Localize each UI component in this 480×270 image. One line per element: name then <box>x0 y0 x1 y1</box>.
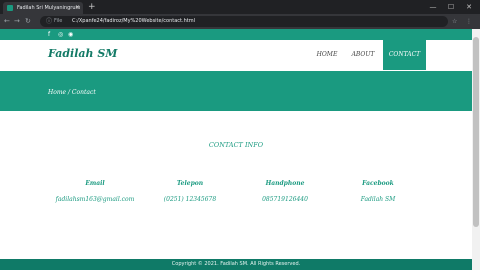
nav-about[interactable]: ABOUT <box>348 40 378 70</box>
site-brand[interactable]: Fadilah SM <box>48 47 117 60</box>
favicon-icon <box>7 5 13 11</box>
reload-icon[interactable]: ↻ <box>25 16 31 27</box>
section-title: CONTACT INFO <box>208 141 264 149</box>
url-field[interactable]: ⓘ File C:/Xpanfe24/fadiroz/My%20Website/… <box>40 16 448 27</box>
instagram-icon[interactable]: ◎ <box>58 31 63 38</box>
minimize-icon[interactable]: — <box>424 0 442 14</box>
contact-email: Email fadilahsm163@gmail.com <box>50 180 140 203</box>
close-window-icon[interactable]: ✕ <box>460 0 478 14</box>
url-scheme-label: File <box>54 18 63 24</box>
menu-dots-icon[interactable]: ⋮ <box>466 16 472 27</box>
contact-value: 085719126440 <box>262 196 308 203</box>
contact-heading: Handphone <box>265 180 305 187</box>
back-arrow-icon[interactable]: ← <box>4 16 10 27</box>
web-page: f ◎ ◉ Fadilah SM HOME ABOUT CONTACT Home… <box>0 29 472 270</box>
contact-value: (0251) 12345678 <box>163 196 217 203</box>
social-bar: f ◎ ◉ <box>0 29 472 40</box>
contact-value: Fadilah SM <box>360 196 396 203</box>
page-banner: Home / Contact <box>0 71 472 111</box>
contact-heading: Telepon <box>176 180 204 187</box>
page-scrollbar[interactable] <box>472 29 480 270</box>
url-text[interactable]: C:/Xpanfe24/fadiroz/My%20Website/contact… <box>72 16 195 27</box>
contact-facebook: Facebook Fadilah SM <box>333 180 423 203</box>
browser-tab[interactable]: Fadilah Sri Mulyaningrum ✕ <box>3 2 83 14</box>
contact-telepon: Telepon (0251) 12345678 <box>145 180 235 203</box>
site-footer: Copyright © 2021. Fadilah SM. All Rights… <box>0 259 472 270</box>
info-icon[interactable]: ⓘ <box>46 16 52 27</box>
forward-arrow-icon[interactable]: → <box>14 16 20 27</box>
contact-handphone: Handphone 085719126440 <box>240 180 330 203</box>
star-icon[interactable]: ☆ <box>452 16 457 27</box>
maximize-icon[interactable]: ☐ <box>442 0 460 14</box>
tab-title: Fadilah Sri Mulyaningrum <box>17 5 81 11</box>
contact-heading: Facebook <box>362 180 394 187</box>
scrollbar-thumb[interactable] <box>473 37 479 227</box>
close-tab-icon[interactable]: ✕ <box>75 2 80 14</box>
breadcrumb: Home / Contact <box>48 89 96 96</box>
new-tab-button[interactable]: + <box>88 2 96 12</box>
contact-heading: Email <box>85 180 105 187</box>
nav-home[interactable]: HOME <box>313 40 341 70</box>
facebook-icon[interactable]: f <box>48 31 50 38</box>
site-header: Fadilah SM HOME ABOUT CONTACT <box>0 40 472 70</box>
whatsapp-icon[interactable]: ◉ <box>68 31 73 38</box>
browser-tab-bar: Fadilah Sri Mulyaningrum ✕ + — ☐ ✕ <box>0 0 480 14</box>
nav-contact[interactable]: CONTACT <box>383 40 426 70</box>
contact-value: fadilahsm163@gmail.com <box>55 196 135 203</box>
address-bar: ← → ↻ ⓘ File C:/Xpanfe24/fadiroz/My%20We… <box>0 14 480 29</box>
